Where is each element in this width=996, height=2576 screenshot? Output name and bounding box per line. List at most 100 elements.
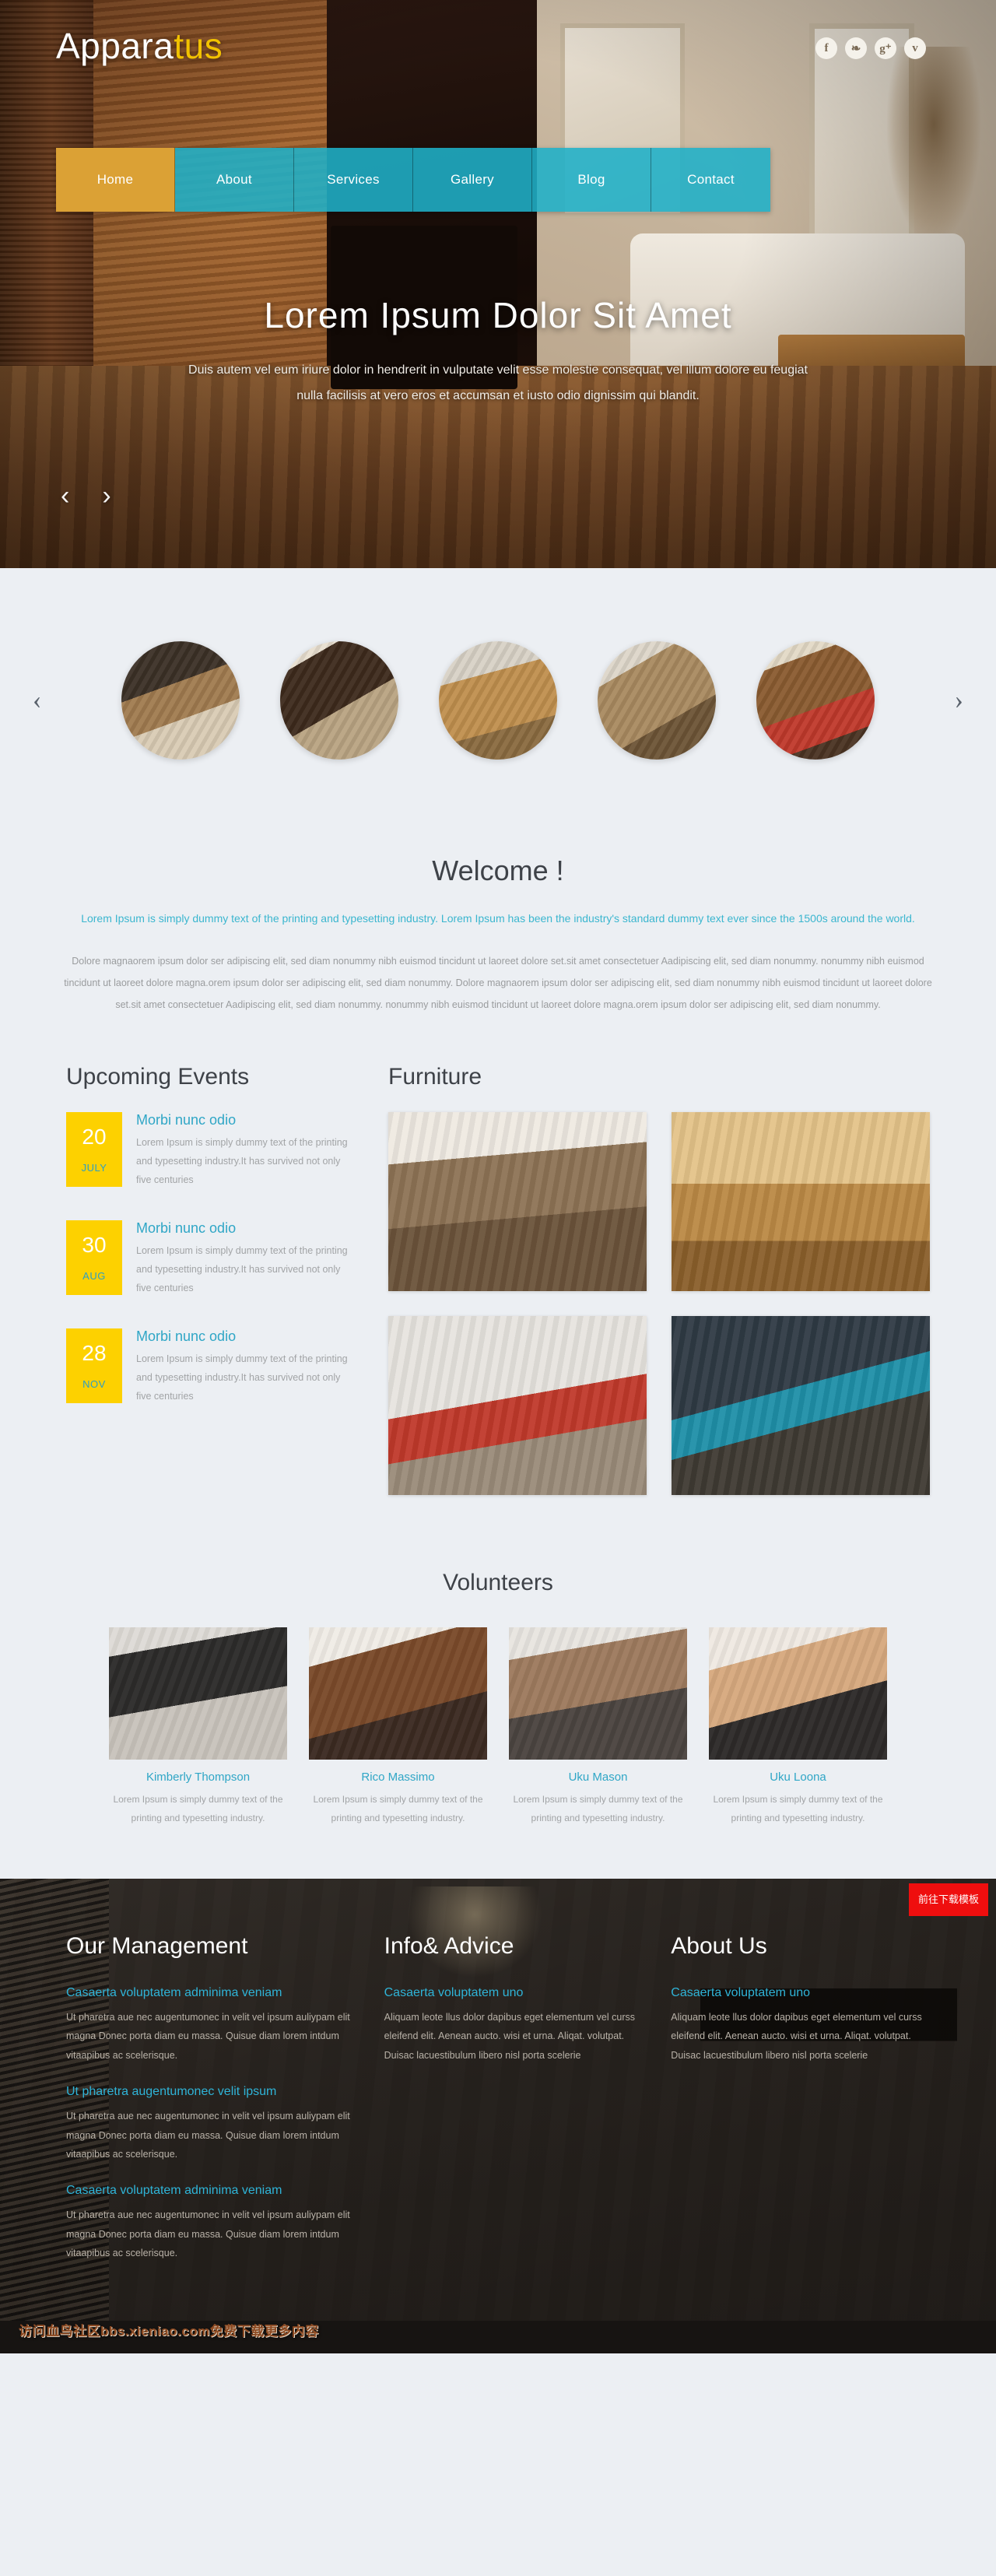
welcome-section: Welcome ! Lorem Ipsum is simply dummy te… [0,833,996,1057]
carousel-thumb[interactable] [121,641,240,760]
volunteer-photo[interactable] [709,1627,887,1760]
download-template-button[interactable]: 前往下载模板 [908,1883,988,1916]
carousel-thumb[interactable] [439,641,557,760]
page-root: Apparatus f ❧ g⁺ v Home About Services G… [0,0,996,2354]
thumbnail-carousel: ‹ › [0,568,996,833]
event-item[interactable]: 30 AUG Morbi nunc odio Lorem Ipsum is si… [66,1220,354,1297]
footer-block: Ut pharetra augentumonec velit ipsum Ut … [66,2085,356,2164]
nav-item-blog[interactable]: Blog [532,148,651,212]
footer-block-text: Ut pharetra aue nec augentumonec in veli… [66,2012,350,2061]
volunteer-card: Uku Mason Lorem Ipsum is simply dummy te… [509,1627,687,1827]
footer-column-title: Our Management [66,1933,248,1960]
volunteer-text: Lorem Ipsum is simply dummy text of the … [513,1794,683,1824]
event-date-badge: 20 JULY [66,1112,122,1188]
volunteer-card: Kimberly Thompson Lorem Ipsum is simply … [109,1627,287,1827]
event-day: 20 [82,1124,107,1149]
volunteer-text: Lorem Ipsum is simply dummy text of the … [313,1794,483,1824]
event-month: AUG [82,1269,106,1282]
welcome-body-text: Dolore magnaorem ipsum dolor ser adipisc… [64,955,932,1010]
nav-item-services[interactable]: Services [294,148,413,212]
welcome-title: Welcome ! [432,855,564,886]
furniture-image-red-sofa[interactable] [388,1316,647,1496]
footer-column-title: Info& Advice [384,1933,514,1960]
volunteer-name[interactable]: Uku Loona [709,1771,887,1784]
event-item[interactable]: 20 JULY Morbi nunc odio Lorem Ipsum is s… [66,1112,354,1189]
hero-next-arrow-icon[interactable]: › [102,483,110,509]
vimeo-icon[interactable]: v [904,37,926,59]
footer-block-text: Ut pharetra aue nec augentumonec in veli… [66,2209,350,2259]
furniture-image-lounge-tv[interactable] [672,1316,930,1496]
events-furniture-section: Upcoming Events 20 JULY Morbi nunc odio … [0,1056,996,1550]
nav-item-about[interactable]: About [175,148,294,212]
footer-block-heading[interactable]: Ut pharetra augentumonec velit ipsum [66,2085,356,2099]
event-title[interactable]: Morbi nunc odio [136,1220,354,1237]
event-item[interactable]: 28 NOV Morbi nunc odio Lorem Ipsum is si… [66,1328,354,1406]
hero-copy: Lorem Ipsum Dolor Sit Amet Duis autem ve… [0,294,996,409]
event-date-badge: 30 AUG [66,1220,122,1296]
site-watermark: 访问血鸟社区bbs.xieniao.com免费下载更多内容 [19,2324,319,2339]
footer-block-heading[interactable]: Casaerta voluptatem uno [671,1986,930,2000]
upcoming-events: Upcoming Events 20 JULY Morbi nunc odio … [66,1064,354,1495]
footer-column-about-us: About Us Casaerta voluptatem uno Aliquam… [671,1933,930,2283]
footer-block-text: Aliquam leote llus dolor dapibus eget el… [671,2012,922,2061]
furniture-title: Furniture [388,1064,482,1090]
welcome-lead-text: Lorem Ipsum is simply dummy text of the … [81,912,915,925]
furniture-image-dining-room[interactable] [388,1112,647,1292]
event-month: JULY [81,1161,107,1174]
event-text: Lorem Ipsum is simply dummy text of the … [136,1137,348,1186]
volunteer-photo[interactable] [109,1627,287,1760]
nav-item-gallery[interactable]: Gallery [413,148,532,212]
site-footer: Our Management Casaerta voluptatem admin… [0,1879,996,2354]
hero-slider-controls: ‹ › [61,483,111,509]
volunteer-photo[interactable] [509,1627,687,1760]
logo-text-primary: Appara [56,26,174,66]
footer-block-heading[interactable]: Casaerta voluptatem adminima veniam [66,2184,356,2198]
site-logo[interactable]: Apparatus [56,25,223,67]
volunteer-name[interactable]: Kimberly Thompson [109,1771,287,1784]
hero-slider: Apparatus f ❧ g⁺ v Home About Services G… [0,0,996,568]
volunteer-name[interactable]: Rico Massimo [309,1771,487,1784]
event-text: Lorem Ipsum is simply dummy text of the … [136,1245,348,1294]
footer-column-title: About Us [671,1933,767,1960]
social-links: f ❧ g⁺ v [815,37,926,59]
volunteer-name[interactable]: Uku Mason [509,1771,687,1784]
volunteers-title: Volunteers [443,1570,553,1596]
footer-block-heading[interactable]: Casaerta voluptatem adminima veniam [66,1986,356,2000]
carousel-next-arrow-icon[interactable]: › [955,686,963,715]
event-text: Lorem Ipsum is simply dummy text of the … [136,1353,348,1402]
hero-background-image [0,0,996,568]
event-month: NOV [82,1377,106,1390]
volunteer-card: Uku Loona Lorem Ipsum is simply dummy te… [709,1627,887,1827]
volunteer-text: Lorem Ipsum is simply dummy text of the … [113,1794,283,1824]
carousel-thumb[interactable] [598,641,716,760]
footer-column-info-advice: Info& Advice Casaerta voluptatem uno Ali… [384,1933,644,2283]
event-title[interactable]: Morbi nunc odio [136,1112,354,1128]
volunteer-card: Rico Massimo Lorem Ipsum is simply dummy… [309,1627,487,1827]
footer-block-text: Aliquam leote llus dolor dapibus eget el… [384,2012,636,2061]
carousel-thumb[interactable] [756,641,875,760]
footer-column-our-management: Our Management Casaerta voluptatem admin… [66,1933,356,2283]
logo-text-accent: tus [174,26,223,66]
carousel-thumb[interactable] [280,641,398,760]
googleplus-icon[interactable]: g⁺ [875,37,896,59]
event-day: 30 [82,1232,107,1257]
main-navigation: Home About Services Gallery Blog Contact [56,148,770,212]
carousel-prev-arrow-icon[interactable]: ‹ [33,686,41,715]
volunteers-section: Volunteers Kimberly Thompson Lorem Ipsum… [0,1549,996,1879]
footer-block-text: Ut pharetra aue nec augentumonec in veli… [66,2111,350,2160]
footer-block-heading[interactable]: Casaerta voluptatem uno [384,1986,644,2000]
hero-prev-arrow-icon[interactable]: ‹ [61,483,69,509]
hero-title: Lorem Ipsum Dolor Sit Amet [264,295,732,335]
twitter-icon[interactable]: ❧ [845,37,867,59]
event-title[interactable]: Morbi nunc odio [136,1328,354,1345]
nav-item-home[interactable]: Home [56,148,175,212]
facebook-icon[interactable]: f [815,37,837,59]
event-date-badge: 28 NOV [66,1328,122,1404]
carousel-track [121,641,875,760]
furniture-image-wood-bathroom[interactable] [672,1112,930,1292]
events-title: Upcoming Events [66,1064,250,1090]
volunteer-photo[interactable] [309,1627,487,1760]
nav-item-contact[interactable]: Contact [651,148,770,212]
event-day: 28 [82,1340,107,1365]
footer-block: Casaerta voluptatem uno Aliquam leote ll… [671,1986,930,2065]
